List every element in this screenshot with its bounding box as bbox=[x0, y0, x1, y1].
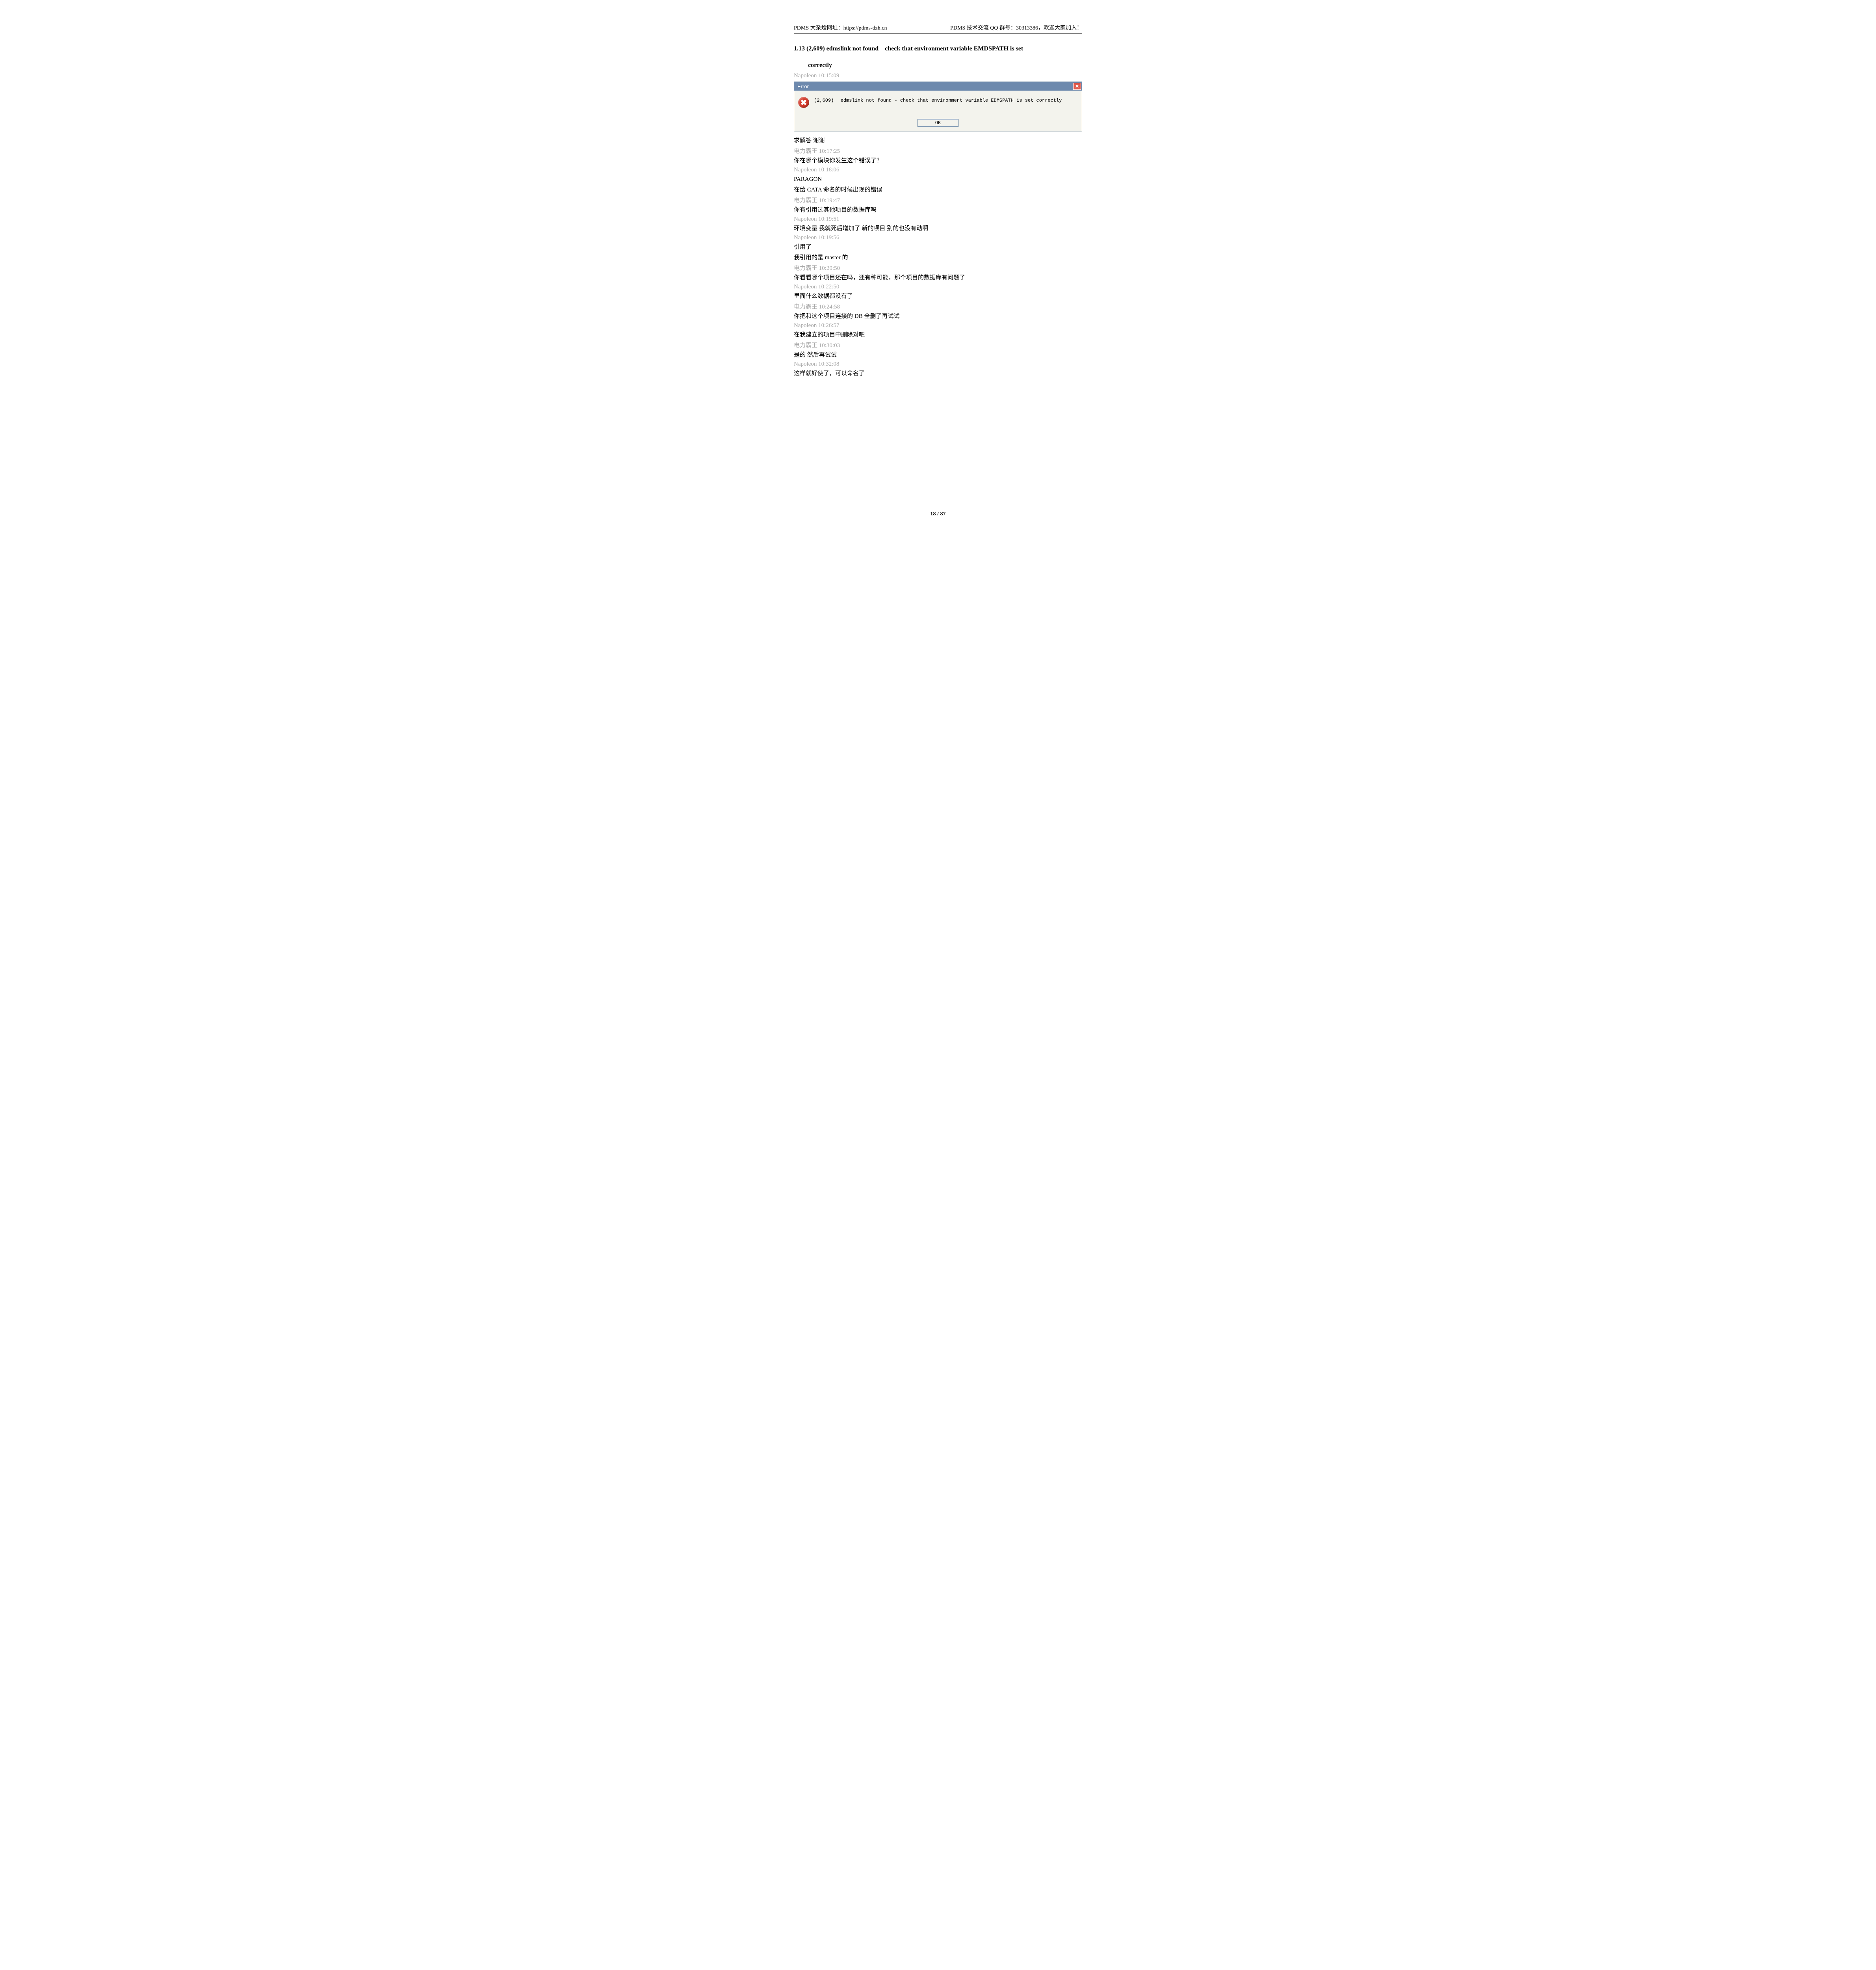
error-body: ✖ (2,609) edmslink not found - check tha… bbox=[794, 91, 1082, 132]
page-footer: 18 / 87 bbox=[750, 511, 1126, 517]
chat-message: 是的 然后再试试 bbox=[794, 350, 1082, 360]
error-titlebar: Error ✕ bbox=[794, 82, 1082, 91]
error-icon: ✖ bbox=[798, 97, 809, 108]
chat-message: 引用了 bbox=[794, 242, 1082, 252]
chat-meta: 电力霸王 10:20:50 bbox=[794, 264, 1082, 272]
ok-button[interactable]: OK bbox=[918, 119, 958, 127]
chat-message: 求解答 谢谢 bbox=[794, 136, 1082, 145]
page-sep: / bbox=[936, 511, 940, 517]
close-icon[interactable]: ✕ bbox=[1073, 83, 1081, 90]
chat-meta: Napoleon 10:19:56 bbox=[794, 234, 1082, 241]
section-title-line1: (2,609) edmslink not found – check that … bbox=[806, 45, 1023, 52]
chat-meta: 电力霸王 10:30:03 bbox=[794, 341, 1082, 349]
section-title-line2: correctly bbox=[808, 60, 832, 71]
chat-message: 环境变量 我就死后增加了 新的项目 别的也没有动啊 bbox=[794, 224, 1082, 233]
chat-meta: 电力霸王 10:19:47 bbox=[794, 196, 1082, 204]
chat-message: 你有引用过其他项目的数据库吗 bbox=[794, 205, 1082, 215]
chat-meta: Napoleon 10:22:50 bbox=[794, 284, 1082, 290]
error-button-row: OK bbox=[798, 119, 1078, 127]
section-heading: 1.13 (2,609) edmslink not found – check … bbox=[794, 44, 1082, 70]
chat-meta: 电力霸王 10:17:25 bbox=[794, 147, 1082, 155]
error-dialog: Error ✕ ✖ (2,609) edmslink not found - c… bbox=[794, 82, 1082, 132]
document-page: PDMS 大杂烩网址：https://pdms-dzh.cn PDMS 技术交流… bbox=[750, 0, 1126, 531]
page-number: 18 bbox=[931, 511, 936, 517]
chat-message: 里面什么数据都没有了 bbox=[794, 292, 1082, 301]
chat-message: 你在哪个模块你发生这个错误了？ bbox=[794, 156, 1082, 165]
section-number: 1.13 bbox=[794, 45, 805, 52]
chat-message: 你把和这个项目连接的 DB 全删了再试试 bbox=[794, 312, 1082, 321]
chat-meta: Napoleon 10:18:06 bbox=[794, 167, 1082, 173]
header-right: PDMS 技术交流 QQ 群号：30313386，欢迎大家加入！ bbox=[950, 24, 1082, 32]
error-code: (2,609) bbox=[814, 98, 834, 103]
total-pages: 87 bbox=[940, 511, 945, 517]
chat-meta: Napoleon 10:19:51 bbox=[794, 216, 1082, 223]
chat-message: 在给 CATA 命名的时候出现的错误 bbox=[794, 185, 1082, 195]
error-content-row: ✖ (2,609) edmslink not found - check tha… bbox=[798, 96, 1078, 108]
error-message: (2,609) edmslink not found - check that … bbox=[814, 96, 1062, 103]
chat-message: 这样就好使了，可以命名了 bbox=[794, 369, 1082, 378]
page-header: PDMS 大杂烩网址：https://pdms-dzh.cn PDMS 技术交流… bbox=[794, 24, 1082, 33]
header-left: PDMS 大杂烩网址：https://pdms-dzh.cn bbox=[794, 24, 887, 32]
error-title: Error bbox=[797, 84, 809, 89]
chat-log: 求解答 谢谢电力霸王 10:17:25你在哪个模块你发生这个错误了？ Napole… bbox=[794, 136, 1082, 378]
chat-meta: Napoleon 10:26:57 bbox=[794, 322, 1082, 329]
error-text: edmslink not found - check that environm… bbox=[841, 98, 1062, 103]
chat-meta-initial: Napoleon 10:15:09 bbox=[794, 72, 1082, 79]
chat-meta: Napoleon 10:32:08 bbox=[794, 361, 1082, 368]
chat-meta: 电力霸王 10:24:58 bbox=[794, 302, 1082, 310]
chat-message: 在我建立的项目中删除对吧 bbox=[794, 330, 1082, 340]
chat-message: PARAGON bbox=[794, 175, 1082, 184]
chat-message: 你看看哪个项目还在吗，还有种可能，那个项目的数据库有问题了 bbox=[794, 273, 1082, 282]
chat-message: 我引用的是 master 的 bbox=[794, 253, 1082, 262]
